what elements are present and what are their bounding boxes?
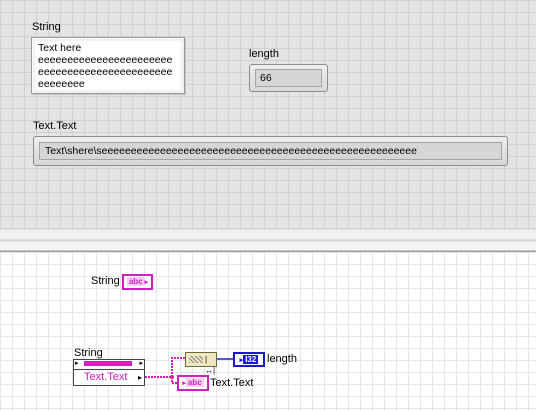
string-type-tag: abc (185, 378, 204, 387)
text-terminal-label: Text.Text (210, 377, 254, 389)
length-terminal-label: length (267, 353, 297, 365)
property-name: Text.Text (84, 371, 128, 383)
property-node-header: ▸ ▸ (74, 360, 144, 370)
wire-junction (170, 375, 174, 379)
property-item-text-text[interactable]: Text.Text ▸ (74, 370, 144, 385)
property-node[interactable]: ▸ ▸ Text.Text ▸ (73, 359, 145, 386)
length-glyph-icon: |↔| (205, 355, 216, 375)
text-indicator-terminal[interactable]: ▸ abc (177, 375, 209, 391)
string-terminal-label: String (91, 275, 120, 287)
property-node-label: String (74, 347, 103, 359)
string-type-tag: abc (126, 277, 145, 286)
string-length-function[interactable]: |↔| (185, 352, 217, 375)
length-indicator-terminal[interactable]: ▸ I32 (233, 352, 265, 367)
property-output-arrow-icon: ▸ (137, 373, 142, 382)
string-control-terminal[interactable]: abc ▸ (122, 274, 153, 290)
string-pattern-icon (189, 356, 203, 363)
i32-type-tag: I32 (243, 355, 259, 364)
